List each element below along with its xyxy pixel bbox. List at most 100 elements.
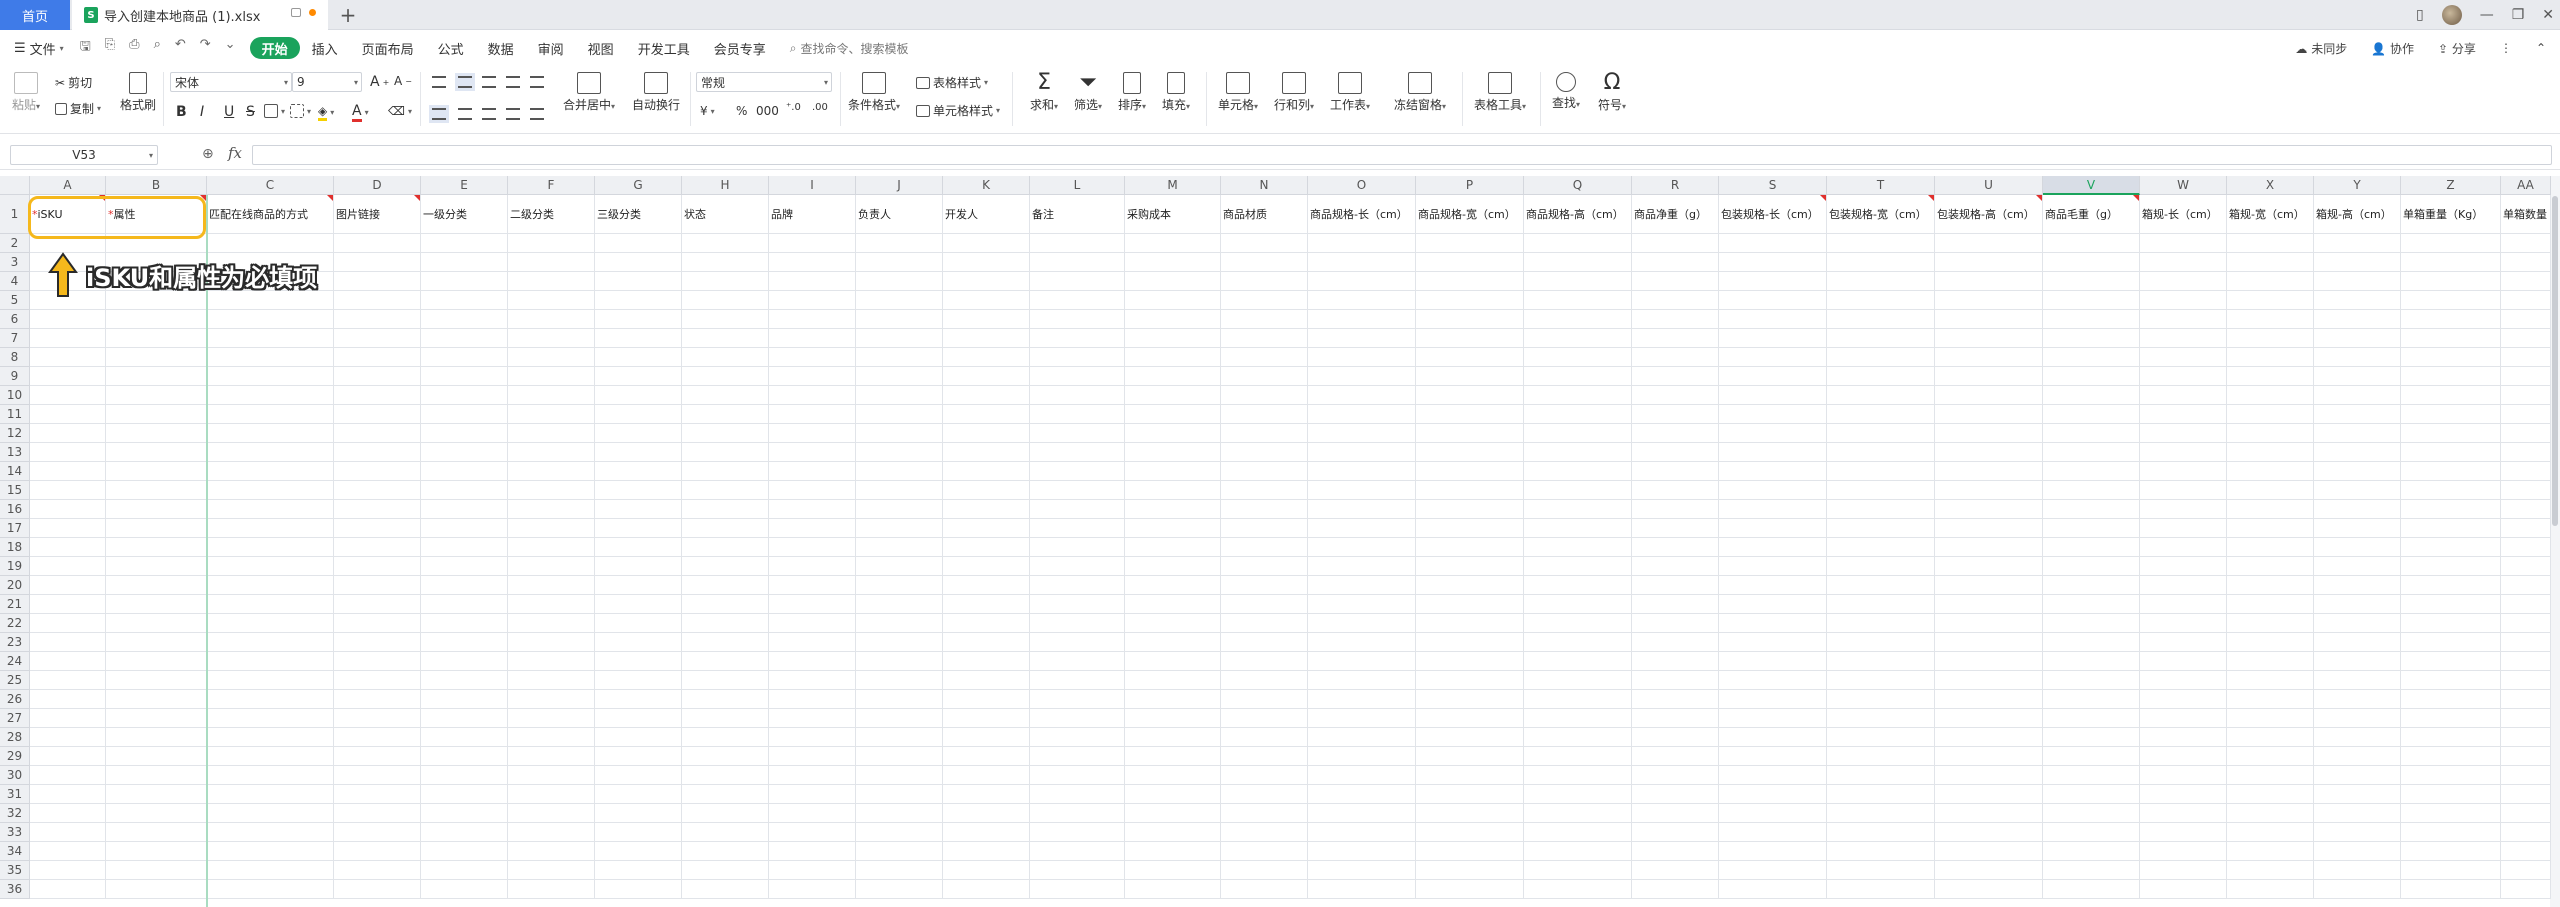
table-cell[interactable]: [421, 576, 508, 595]
table-cell[interactable]: [1719, 861, 1827, 880]
table-cell[interactable]: [2043, 462, 2140, 481]
table-cell[interactable]: [1030, 595, 1125, 614]
table-cell[interactable]: [595, 253, 682, 272]
table-cell[interactable]: [508, 310, 595, 329]
table-cell[interactable]: [943, 519, 1030, 538]
table-cell[interactable]: [1030, 804, 1125, 823]
column-header-D[interactable]: D: [334, 176, 421, 195]
table-cell[interactable]: [1719, 804, 1827, 823]
table-cell[interactable]: [682, 519, 769, 538]
table-cell[interactable]: [2227, 842, 2314, 861]
table-cell[interactable]: [769, 652, 856, 671]
table-cell[interactable]: [1308, 633, 1416, 652]
table-cell[interactable]: [207, 519, 334, 538]
table-cell[interactable]: [1416, 234, 1524, 253]
table-cell[interactable]: [2227, 633, 2314, 652]
cut-button[interactable]: ✂ 剪切: [55, 74, 92, 91]
table-cell[interactable]: [2314, 557, 2401, 576]
decrease-font-button[interactable]: A −: [394, 74, 412, 88]
table-cell[interactable]: [1125, 728, 1221, 747]
table-cell[interactable]: [334, 538, 421, 557]
table-cell[interactable]: [595, 424, 682, 443]
table-cell[interactable]: [334, 671, 421, 690]
table-cell[interactable]: [1524, 348, 1632, 367]
table-cell[interactable]: [1125, 291, 1221, 310]
justify-icon[interactable]: [506, 108, 520, 120]
table-cell[interactable]: [2043, 633, 2140, 652]
table-cell[interactable]: [943, 405, 1030, 424]
table-cell[interactable]: [1827, 481, 1935, 500]
table-cell[interactable]: [2043, 823, 2140, 842]
table-cell[interactable]: [421, 633, 508, 652]
row-header-9[interactable]: 9: [0, 367, 30, 386]
table-cell[interactable]: [508, 614, 595, 633]
table-cell[interactable]: [508, 823, 595, 842]
table-cell[interactable]: [421, 785, 508, 804]
table-cell[interactable]: [769, 348, 856, 367]
column-header-R[interactable]: R: [1632, 176, 1719, 195]
column-header-M[interactable]: M: [1125, 176, 1221, 195]
table-cell[interactable]: [2314, 538, 2401, 557]
number-format-select[interactable]: 常规 ▾: [696, 72, 832, 92]
table-cell[interactable]: [1827, 386, 1935, 405]
table-cell[interactable]: [207, 424, 334, 443]
table-cell[interactable]: [334, 728, 421, 747]
table-cell[interactable]: [856, 386, 943, 405]
header-cell-I[interactable]: 品牌: [769, 195, 856, 234]
table-cell[interactable]: [1632, 652, 1719, 671]
table-cell[interactable]: [1125, 557, 1221, 576]
table-cell[interactable]: [943, 785, 1030, 804]
table-cell[interactable]: [1308, 557, 1416, 576]
table-cell[interactable]: [1416, 253, 1524, 272]
table-cell[interactable]: [595, 823, 682, 842]
table-cell[interactable]: [1719, 481, 1827, 500]
table-cell[interactable]: [1416, 329, 1524, 348]
table-cell[interactable]: [769, 557, 856, 576]
table-cell[interactable]: [207, 329, 334, 348]
table-cell[interactable]: [856, 538, 943, 557]
table-cell[interactable]: [943, 709, 1030, 728]
table-cell[interactable]: [30, 842, 106, 861]
table-cell[interactable]: [1125, 519, 1221, 538]
table-cell[interactable]: [769, 443, 856, 462]
table-cell[interactable]: [2314, 728, 2401, 747]
table-cell[interactable]: [421, 253, 508, 272]
table-cell[interactable]: [106, 804, 207, 823]
table-cell[interactable]: [2314, 329, 2401, 348]
table-cell[interactable]: [769, 690, 856, 709]
table-cell[interactable]: [1221, 443, 1308, 462]
row-header-28[interactable]: 28: [0, 728, 30, 747]
table-cell[interactable]: [106, 880, 207, 899]
table-cell[interactable]: [2314, 785, 2401, 804]
table-cell[interactable]: [856, 329, 943, 348]
table-cell[interactable]: [1632, 747, 1719, 766]
table-cell[interactable]: [1935, 785, 2043, 804]
table-cell[interactable]: [682, 557, 769, 576]
table-cell[interactable]: [769, 576, 856, 595]
table-cell[interactable]: [2043, 671, 2140, 690]
table-cell[interactable]: [856, 481, 943, 500]
table-cell[interactable]: [595, 766, 682, 785]
table-cell[interactable]: [2227, 728, 2314, 747]
decrease-decimal-button[interactable]: .00: [812, 102, 828, 113]
table-cell[interactable]: [2501, 785, 2551, 804]
table-cell[interactable]: [2043, 443, 2140, 462]
indent-increase-icon[interactable]: [530, 76, 544, 88]
table-cell[interactable]: [2401, 310, 2501, 329]
table-cell[interactable]: [1632, 538, 1719, 557]
table-cell[interactable]: [207, 861, 334, 880]
table-cell[interactable]: [1524, 614, 1632, 633]
table-cell[interactable]: [1416, 823, 1524, 842]
table-cell[interactable]: [30, 671, 106, 690]
table-cell[interactable]: [2401, 367, 2501, 386]
table-cell[interactable]: [2314, 386, 2401, 405]
table-cell[interactable]: [682, 766, 769, 785]
table-cell[interactable]: [769, 272, 856, 291]
column-header-J[interactable]: J: [856, 176, 943, 195]
table-cell[interactable]: [1524, 709, 1632, 728]
table-cell[interactable]: [334, 367, 421, 386]
table-cell[interactable]: [1524, 747, 1632, 766]
table-cell[interactable]: [508, 747, 595, 766]
table-cell[interactable]: [595, 747, 682, 766]
scrollbar-thumb[interactable]: [2552, 196, 2558, 526]
